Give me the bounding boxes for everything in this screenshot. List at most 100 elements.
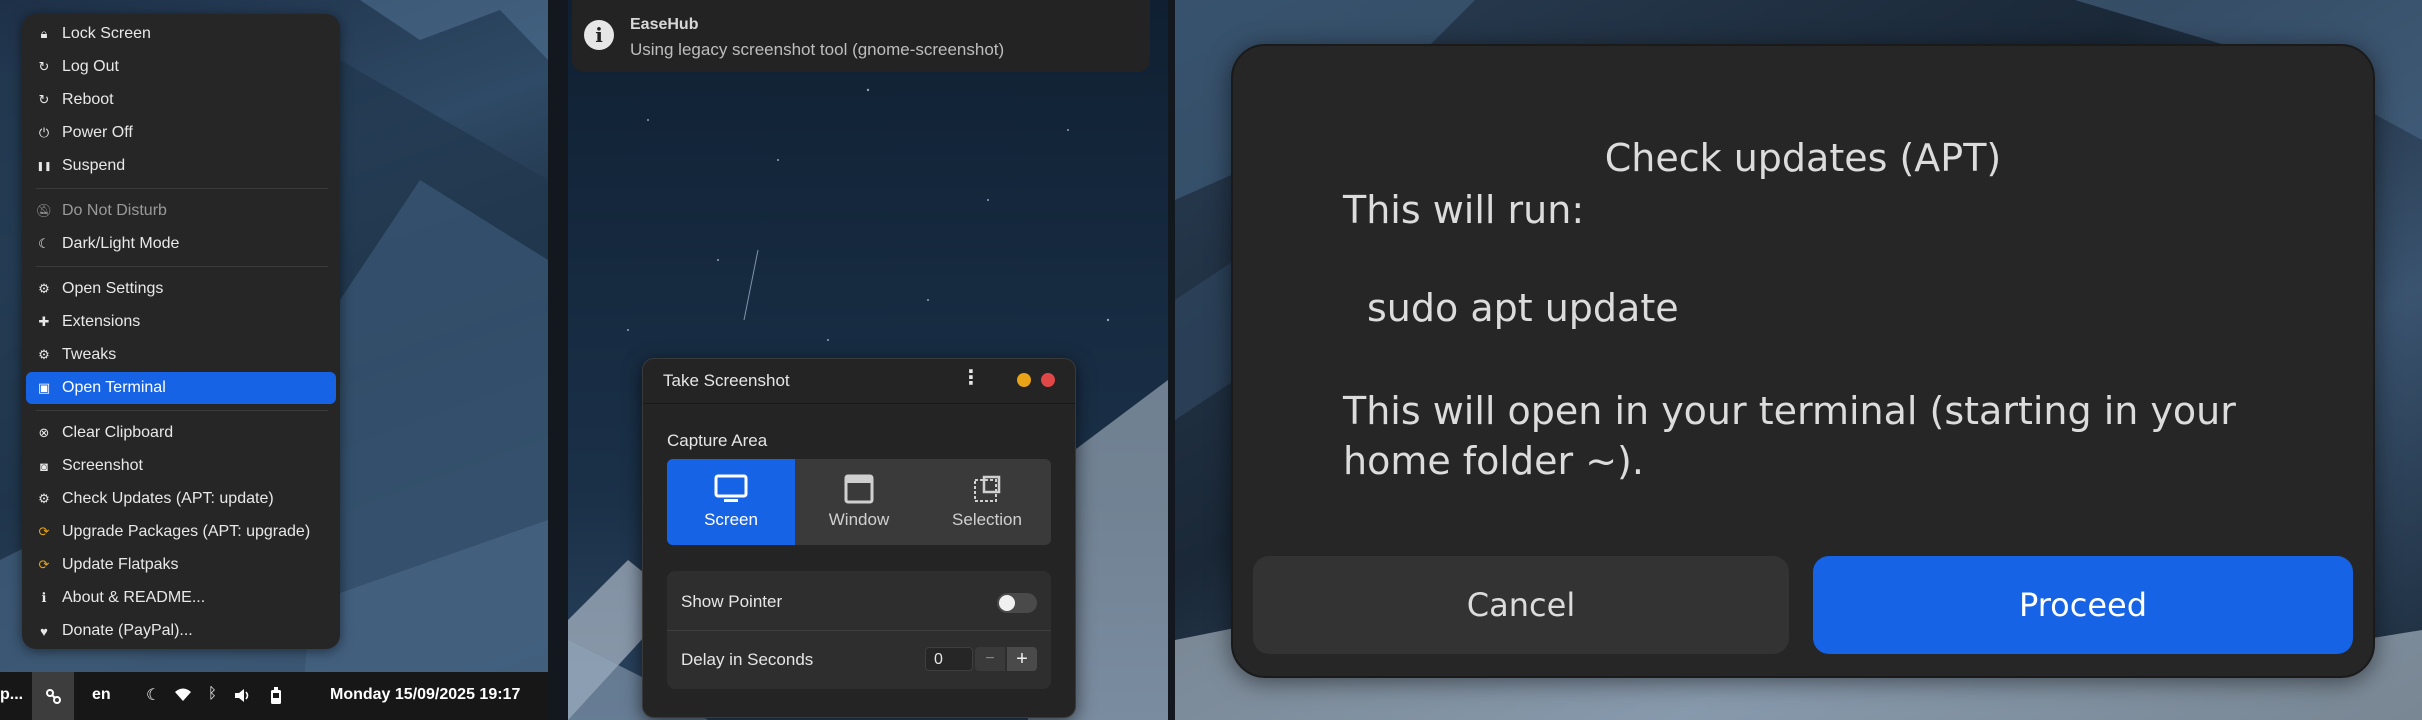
moon-icon[interactable]: ☾ [146,685,160,705]
menu-item-upgrade-packages[interactable]: ⟳ Upgrade Packages (APT: upgrade) [26,516,336,548]
menu-divider [36,410,328,411]
puzzle-icon: ✚ [38,314,50,329]
keyboard-language[interactable]: en [92,686,111,704]
heart-icon: ♥ [40,623,48,639]
battery-icon[interactable] [270,687,282,705]
menu-item-dark-light-mode[interactable]: ☾ Dark/Light Mode [26,228,336,260]
monitor-icon [714,474,748,502]
menu-item-about-readme[interactable]: ℹ About & README... [26,582,336,614]
menu-item-tweaks[interactable]: ⚙ Tweaks [26,339,336,371]
menu-item-open-settings[interactable]: ⚙ Open Settings [26,273,336,305]
menu-item-label: Open Settings [62,280,164,297]
taskbar: p... en ☾ ᛒ Monday 15/09/2025 19:17 [0,672,548,720]
notification-body: Using legacy screenshot tool (gnome-scre… [630,40,1005,59]
show-pointer-label: Show Pointer [681,592,783,611]
menu-item-update-flatpaks[interactable]: ⟳ Update Flatpaks [26,549,336,581]
menu-item-label: Power Off [62,124,133,141]
easehub-icon [46,689,61,704]
taskbar-menu-button[interactable] [32,672,74,720]
update-warning-icon: ⟳ [38,524,50,539]
info-icon: ℹ [41,590,47,605]
cancel-label: Cancel [1466,586,1576,624]
mode-selection-button[interactable]: Selection [923,459,1051,545]
menu-item-suspend[interactable]: ❚❚ Suspend [26,150,336,182]
menu-item-screenshot[interactable]: ◙ Screenshot [26,450,336,482]
logout-icon: ↻ [38,59,50,74]
menu-item-do-not-disturb[interactable]: 🔕︎ Do Not Disturb [26,195,336,227]
volume-icon[interactable] [234,688,252,703]
menu-divider [36,188,328,189]
desktop-panel-right: Check updates (APT) This will run: sudo … [1175,0,2422,720]
minimize-button[interactable] [1017,373,1031,387]
panel-divider [1168,0,1175,720]
proceed-button[interactable]: Proceed [1813,556,2353,654]
menu-item-label: Extensions [62,313,141,330]
menu-item-label: Suspend [62,157,126,174]
mode-window-button[interactable]: Window [795,459,923,545]
menu-item-extensions[interactable]: ✚ Extensions [26,306,336,338]
menu-item-label: Clear Clipboard [62,424,174,441]
dialog-line-run: This will run: [1343,188,1585,232]
taskbar-app-label[interactable]: p... [0,686,23,704]
mode-label: Window [828,510,890,529]
options-box: Show Pointer Delay in Seconds 0 − + [667,571,1051,689]
terminal-icon: ▣ [37,380,51,395]
dialog-title: Check updates (APT) [1604,136,2002,180]
delay-row: Delay in Seconds 0 − + [681,631,1037,689]
menu-divider [36,266,328,267]
desktop-panel-middle: i EaseHub Using legacy screenshot tool (… [568,0,1168,720]
menu-item-label: Do Not Disturb [62,202,167,219]
camera-icon: ◙ [40,458,48,474]
clear-icon: ⊗ [38,425,50,440]
close-button[interactable] [1041,373,1055,387]
dialog-command: sudo apt update [1367,286,1679,330]
power-icon: ⏻ [38,125,50,140]
menu-item-label: Tweaks [62,346,117,363]
menu-item-label: Update Flatpaks [62,556,179,573]
capture-mode-selector: Screen Window Selection [667,459,1051,545]
dialog-line-open: This will open in your terminal (startin… [1343,389,2236,483]
capture-area-label: Capture Area [667,431,768,450]
menu-item-donate[interactable]: ♥ Donate (PayPal)... [26,615,336,647]
cancel-button[interactable]: Cancel [1253,556,1789,654]
menu-item-power-off[interactable]: ⏻ Power Off [26,117,336,149]
clock[interactable]: Monday 15/09/2025 19:17 [330,686,520,704]
proceed-label: Proceed [2018,586,2148,624]
delay-value-input[interactable]: 0 [925,647,973,671]
update-warning-icon: ⟳ [38,557,50,572]
menu-item-reboot[interactable]: ↻ Reboot [26,84,336,116]
menu-item-clear-clipboard[interactable]: ⊗ Clear Clipboard [26,417,336,449]
moon-icon: ☾ [38,236,50,251]
menu-item-check-updates[interactable]: ⚙ Check Updates (APT: update) [26,483,336,515]
lock-icon: 🔒︎ [40,26,48,41]
delay-increment-button[interactable]: + [1007,647,1037,671]
mode-screen-button[interactable]: Screen [667,459,795,545]
menu-item-open-terminal[interactable]: ▣ Open Terminal [26,372,336,404]
toggle-knob [999,595,1015,611]
mode-label: Screen [704,510,758,529]
menu-item-label: Log Out [62,58,119,75]
menu-item-label: Screenshot [62,457,143,474]
wifi-icon[interactable] [174,688,192,702]
menu-item-label: Reboot [62,91,114,108]
show-pointer-row: Show Pointer [681,573,1037,631]
notification-banner[interactable]: i EaseHub Using legacy screenshot tool (… [572,0,1150,72]
gear-icon: ⚙ [38,281,50,296]
system-menu: 🔒︎ Lock Screen ↻ Log Out ↻ Reboot ⏻ Power Of… [22,14,340,649]
show-pointer-toggle[interactable] [997,593,1037,613]
menu-item-lock-screen[interactable]: 🔒︎ Lock Screen [26,18,336,50]
pause-icon: ❚❚ [36,160,52,171]
menu-item-label: Dark/Light Mode [62,235,180,252]
menu-item-label: Lock Screen [62,25,151,42]
reboot-icon: ↻ [38,92,50,107]
menu-item-label: Donate (PayPal)... [62,622,193,639]
check-updates-dialog: Check updates (APT) This will run: sudo … [1231,44,2375,678]
more-options-icon[interactable]: ⋮ [961,367,981,389]
mode-label: Selection [952,510,1022,529]
menu-item-label: Open Terminal [62,379,166,396]
delay-decrement-button[interactable]: − [975,647,1005,671]
bluetooth-icon[interactable]: ᛒ [208,685,217,702]
menu-item-log-out[interactable]: ↻ Log Out [26,51,336,83]
take-screenshot-window: Take Screenshot ⋮ Capture Area Screen Wi… [642,358,1076,718]
delay-label: Delay in Seconds [681,650,814,669]
